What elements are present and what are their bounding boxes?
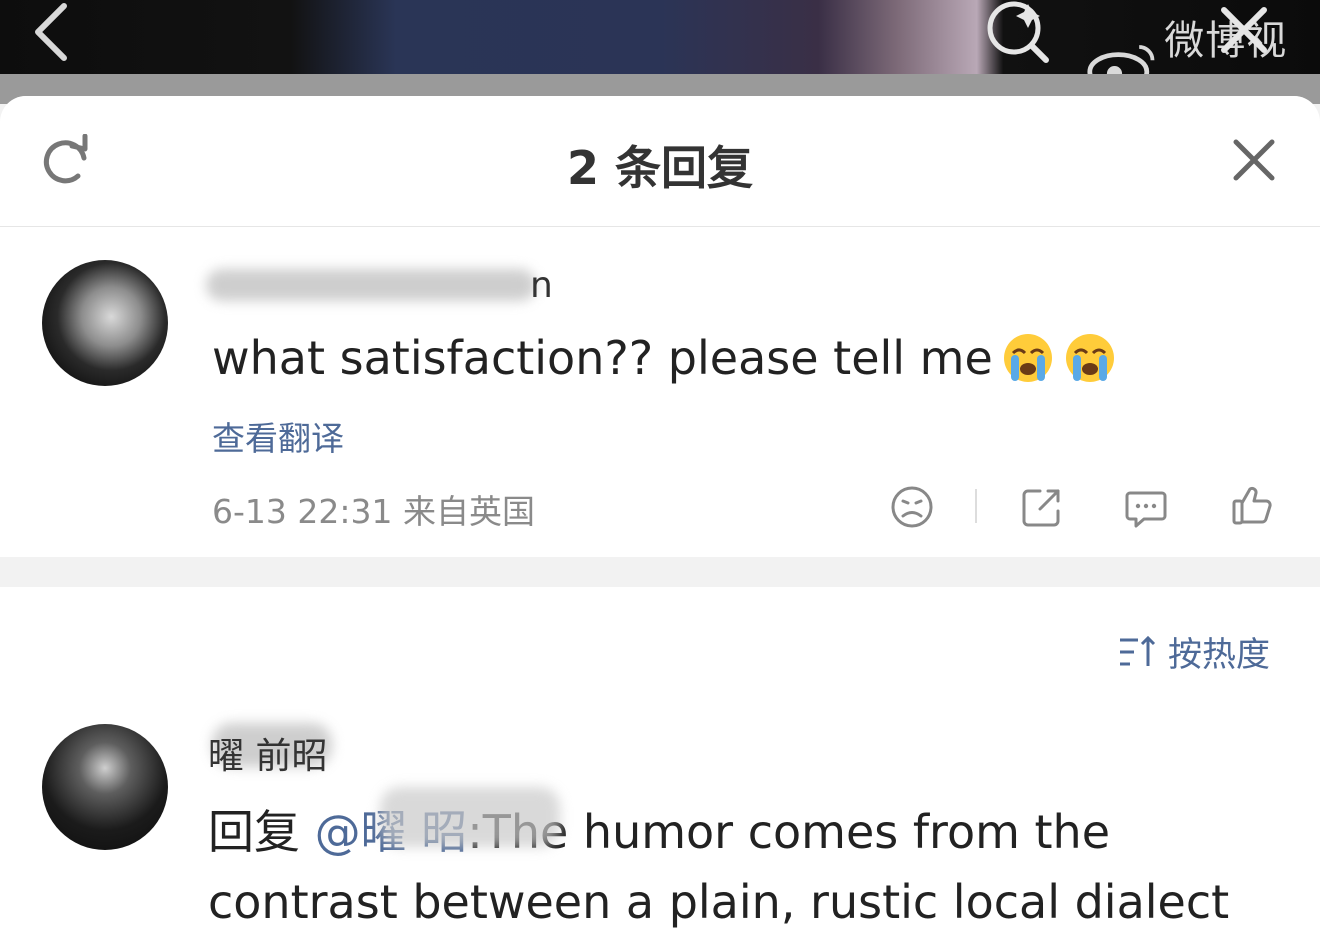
search-icon[interactable] xyxy=(980,0,1056,70)
reply-text: 回复 @曜 昭:The humor comes from the contras… xyxy=(208,797,1298,937)
view-translation-link[interactable]: 查看翻译 xyxy=(212,412,344,460)
video-top-bar: 微博视频 xyxy=(0,0,1320,74)
crying-emoji-icon xyxy=(1003,334,1052,382)
weibo-logo-icon xyxy=(1087,45,1155,74)
avatar[interactable] xyxy=(42,724,168,850)
comment-text: what satisfaction?? please tell me xyxy=(212,331,1117,385)
root-comment: n what satisfaction?? please tell me 查看翻… xyxy=(0,227,1320,557)
frown-icon[interactable] xyxy=(888,483,936,531)
redacted-username xyxy=(206,269,536,301)
share-icon[interactable] xyxy=(1018,483,1066,531)
close-icon[interactable] xyxy=(1214,0,1274,60)
comment-body: what satisfaction?? please tell me xyxy=(212,331,993,385)
chevron-left-icon[interactable] xyxy=(28,0,76,70)
crying-emoji-icon xyxy=(1065,334,1114,382)
reply-prefix: 回复 xyxy=(208,805,300,859)
username[interactable]: n xyxy=(530,265,553,306)
username[interactable]: 曜 前昭 xyxy=(208,727,327,779)
sort-by-hot[interactable]: 按热度 xyxy=(1118,627,1270,676)
comment-meta: 6-13 22:31 来自英国 xyxy=(212,492,535,531)
thumbs-up-icon[interactable] xyxy=(1228,481,1276,529)
sheet-header: 2 条回复 xyxy=(0,96,1320,227)
avatar[interactable] xyxy=(42,260,168,386)
close-icon[interactable] xyxy=(1228,134,1280,186)
weibo-brand: 微博视频 xyxy=(1086,8,1320,74)
sort-icon xyxy=(1120,635,1156,666)
replies-list: 按热度 曜 前昭 回复 @曜 昭:The humor comes from th… xyxy=(0,587,1320,952)
redacted-mention xyxy=(380,787,560,847)
action-divider xyxy=(975,489,977,523)
sort-label: 按热度 xyxy=(1168,635,1270,675)
comment-icon[interactable] xyxy=(1122,483,1170,531)
replies-sheet: 2 条回复 n what satisfaction?? please tell … xyxy=(0,96,1320,952)
sheet-title: 2 条回复 xyxy=(566,141,754,195)
